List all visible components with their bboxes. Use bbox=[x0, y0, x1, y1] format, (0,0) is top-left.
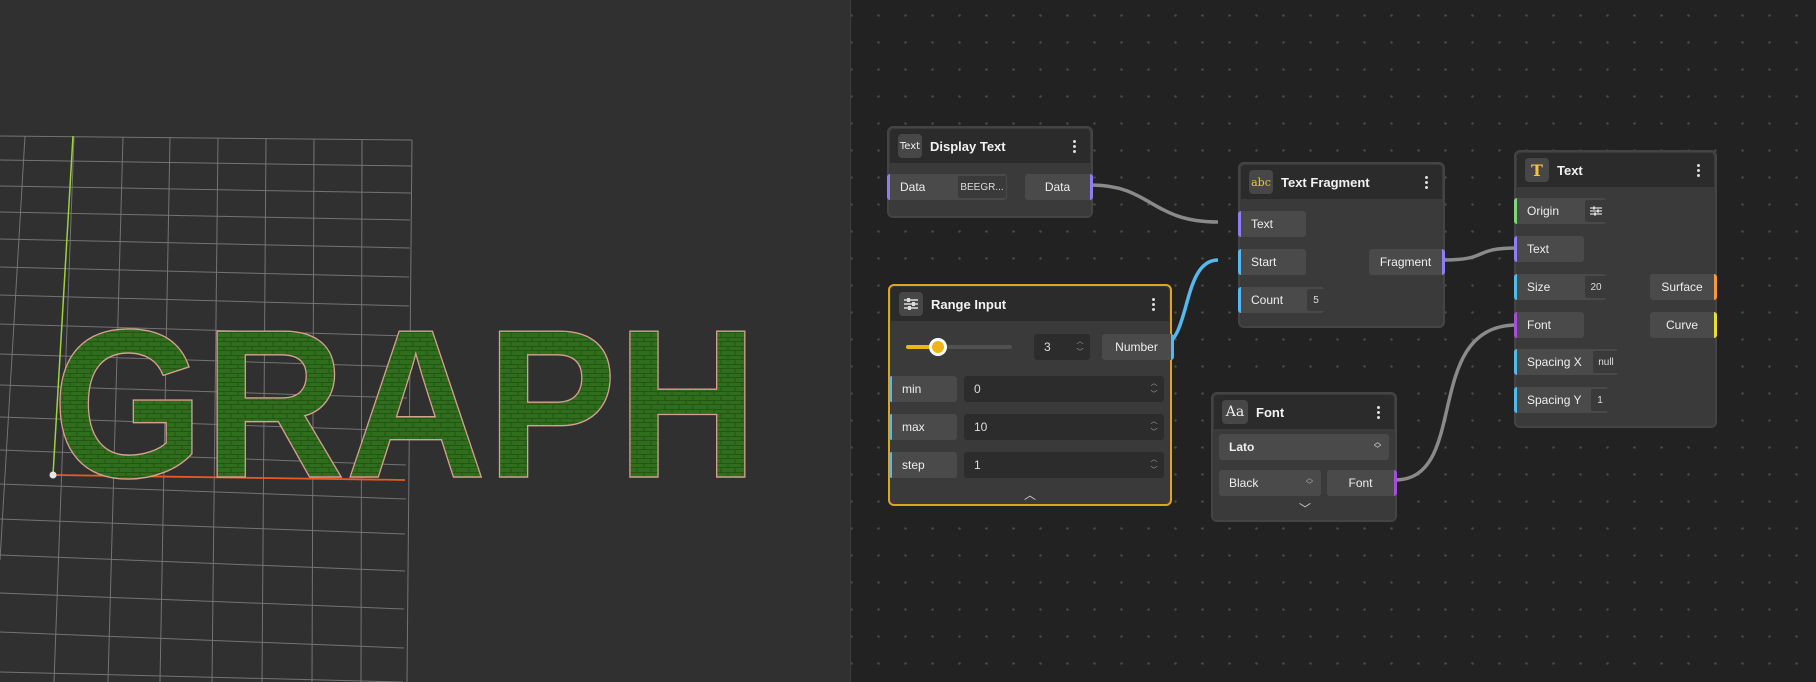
socket-label: Font bbox=[1527, 318, 1552, 332]
3d-viewport[interactable]: GRAPH bbox=[0, 0, 850, 682]
range-input-node-header[interactable]: Range Input bbox=[891, 287, 1169, 321]
abc-text-icon: abc bbox=[1249, 170, 1273, 194]
font-node[interactable]: Aa Font Lato ︿ ﹀ Black ︿ ﹀ Font ﹀ bbox=[1211, 392, 1397, 522]
more-vertical-icon[interactable] bbox=[1690, 160, 1706, 180]
wire-data-to-text bbox=[1090, 183, 1219, 224]
app-root: GRAPH Text Display Text Data BEEGR... Da… bbox=[0, 0, 1816, 682]
font-node-header[interactable]: Aa Font bbox=[1214, 395, 1394, 429]
font-weight-value: Black bbox=[1229, 476, 1259, 490]
range-value-field[interactable]: 3 ︿ ﹀ bbox=[1034, 334, 1090, 360]
step-stepper[interactable]: ︿ ﹀ bbox=[1148, 455, 1160, 475]
socket-label: Font bbox=[1348, 476, 1373, 490]
text-fragment-node-header[interactable]: abc Text Fragment bbox=[1241, 165, 1442, 199]
socket-label: Text bbox=[1251, 217, 1274, 231]
fragment-output-socket[interactable]: Fragment bbox=[1369, 249, 1445, 275]
node-title: Display Text bbox=[930, 138, 1006, 154]
text-input-socket[interactable]: Text bbox=[1514, 236, 1584, 262]
socket-label: Surface bbox=[1661, 280, 1703, 294]
socket-label: Data bbox=[1044, 180, 1071, 194]
data-output-socket[interactable]: Data bbox=[1025, 174, 1093, 200]
min-stepper[interactable]: ︿ ﹀ bbox=[1148, 379, 1160, 399]
viewport-3d-text: GRAPH bbox=[52, 285, 758, 522]
size-value[interactable]: 20 bbox=[1585, 276, 1607, 298]
socket-label: Size bbox=[1527, 280, 1551, 294]
expand-chevron-down-icon[interactable]: ﹀ bbox=[1295, 500, 1315, 517]
select-caret-icon: ︿ ﹀ bbox=[1374, 439, 1381, 453]
text-input-socket[interactable]: Text bbox=[1238, 211, 1306, 237]
data-value[interactable]: BEEGR... bbox=[958, 176, 1006, 198]
range-slider-handle[interactable] bbox=[928, 338, 947, 356]
wire-fragment-to-text bbox=[1442, 246, 1518, 262]
count-input-socket[interactable]: Count 5 bbox=[1238, 287, 1325, 313]
origin-input-socket[interactable]: Origin bbox=[1514, 198, 1607, 224]
start-input-socket[interactable]: Start bbox=[1238, 249, 1306, 275]
socket-label: Fragment bbox=[1379, 255, 1432, 269]
socket-label: Start bbox=[1251, 255, 1277, 269]
step-field[interactable]: 1 ︿ ﹀ bbox=[964, 452, 1164, 478]
step-value: 1 bbox=[974, 458, 981, 472]
step-input-socket[interactable]: step bbox=[889, 452, 957, 478]
wire-font-to-font bbox=[1394, 323, 1518, 482]
display-text-node-header[interactable]: Text Display Text bbox=[890, 129, 1090, 163]
curve-output-socket[interactable]: Curve bbox=[1650, 312, 1717, 338]
min-input-socket[interactable]: min bbox=[889, 376, 957, 402]
viewport-scene: GRAPH bbox=[0, 135, 759, 682]
spacing-x-input-socket[interactable]: Spacing X null bbox=[1514, 349, 1619, 375]
socket-label: min bbox=[902, 382, 922, 396]
max-input-socket[interactable]: max bbox=[889, 414, 957, 440]
node-title: Text bbox=[1557, 162, 1583, 178]
display-text-node[interactable]: Text Display Text Data BEEGR... Data bbox=[887, 126, 1093, 218]
font-family-select[interactable]: Lato ︿ ﹀ bbox=[1219, 434, 1389, 460]
size-input-socket[interactable]: Size 20 bbox=[1514, 274, 1607, 300]
socket-label: Text bbox=[1527, 242, 1550, 256]
spacing-y-value[interactable]: 1 bbox=[1591, 389, 1609, 411]
range-input-node[interactable]: Range Input 3 ︿ ﹀ Number min 0 ︿ ﹀ max 1… bbox=[888, 284, 1174, 506]
max-value: 10 bbox=[974, 420, 988, 434]
text-icon: Text bbox=[898, 134, 922, 158]
node-graph-canvas[interactable]: Text Display Text Data BEEGR... Data Ran… bbox=[851, 0, 1816, 682]
origin-settings-icon[interactable] bbox=[1585, 200, 1607, 222]
font-input-socket[interactable]: Font bbox=[1514, 312, 1584, 338]
node-title: Font bbox=[1256, 404, 1285, 420]
socket-label: Data bbox=[900, 180, 926, 194]
text-fragment-node[interactable]: abc Text Fragment Text Start Count 5 Fra… bbox=[1238, 162, 1445, 328]
font-family-value: Lato bbox=[1229, 440, 1255, 454]
range-value: 3 bbox=[1044, 340, 1051, 354]
font-aa-icon: Aa bbox=[1222, 400, 1248, 424]
node-title: Text Fragment bbox=[1281, 174, 1370, 190]
more-vertical-icon[interactable] bbox=[1145, 294, 1161, 314]
data-input-socket[interactable]: Data BEEGR... bbox=[887, 174, 1007, 200]
socket-label: Curve bbox=[1665, 318, 1698, 332]
font-output-socket[interactable]: Font bbox=[1327, 470, 1397, 496]
more-vertical-icon[interactable] bbox=[1066, 136, 1082, 156]
font-weight-select[interactable]: Black ︿ ﹀ bbox=[1219, 470, 1321, 496]
socket-label: Spacing Y bbox=[1527, 393, 1582, 407]
node-title: Range Input bbox=[931, 296, 1007, 312]
socket-label: Count bbox=[1251, 293, 1284, 307]
socket-label: step bbox=[902, 458, 925, 472]
range-value-stepper[interactable]: ︿ ﹀ bbox=[1074, 337, 1086, 357]
surface-output-socket[interactable]: Surface bbox=[1650, 274, 1717, 300]
more-vertical-icon[interactable] bbox=[1418, 172, 1434, 192]
more-vertical-icon[interactable] bbox=[1370, 402, 1386, 422]
socket-label: max bbox=[902, 420, 925, 434]
min-value: 0 bbox=[974, 382, 981, 396]
sliders-icon bbox=[899, 292, 923, 316]
min-field[interactable]: 0 ︿ ﹀ bbox=[964, 376, 1164, 402]
max-stepper[interactable]: ︿ ﹀ bbox=[1148, 417, 1160, 437]
number-output-socket[interactable]: Number bbox=[1102, 334, 1174, 360]
select-caret-icon: ︿ ﹀ bbox=[1306, 475, 1313, 489]
text-node[interactable]: T Text Origin Text Size 20 Font Spacing … bbox=[1514, 150, 1717, 428]
text-t-icon: T bbox=[1525, 158, 1549, 182]
max-field[interactable]: 10 ︿ ﹀ bbox=[964, 414, 1164, 440]
spacing-y-input-socket[interactable]: Spacing Y 1 bbox=[1514, 387, 1609, 413]
socket-label: Spacing X bbox=[1527, 355, 1582, 369]
socket-label: Origin bbox=[1527, 204, 1560, 218]
socket-label: Number bbox=[1115, 340, 1158, 354]
collapse-chevron-up-icon[interactable]: ︿ bbox=[1020, 486, 1040, 503]
count-value[interactable]: 5 bbox=[1307, 289, 1325, 311]
text-node-header[interactable]: T Text bbox=[1517, 153, 1714, 187]
spacing-x-value[interactable]: null bbox=[1593, 351, 1619, 373]
